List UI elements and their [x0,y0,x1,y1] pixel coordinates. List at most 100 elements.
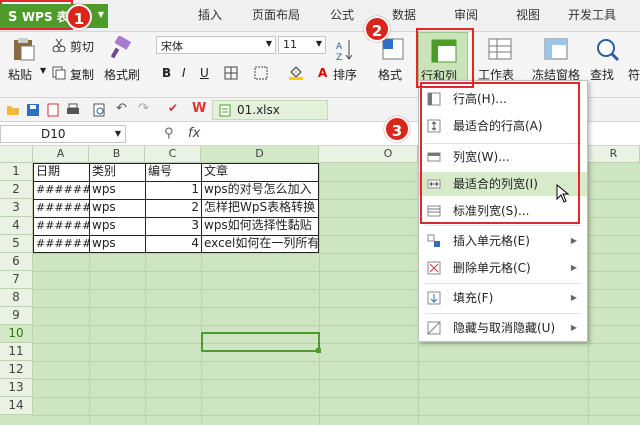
svg-text:Z: Z [336,53,342,62]
table-header-cell[interactable]: 文章 [202,163,319,181]
table-cell[interactable]: ###### [34,181,89,199]
table-cell[interactable]: 2 [146,199,201,217]
column-header-d[interactable]: D [201,146,319,163]
row-header[interactable]: 11 [0,343,33,361]
column-header-a[interactable]: A [33,146,89,163]
table-header-cell[interactable]: 日期 [34,163,89,181]
font-name-select[interactable]: 宋体 ▼ [156,36,276,54]
table-cell[interactable]: 怎样把WpS表格转换 [202,199,319,217]
table-cell[interactable]: wps [90,235,145,253]
wps-docer-icon[interactable]: W [192,101,206,116]
paste-icon[interactable] [12,36,36,62]
highlight-row-column-button [416,28,474,88]
find-button[interactable]: 查找 [590,66,614,83]
table-cell[interactable]: ###### [34,217,89,235]
chevron-down-icon: ▼ [97,10,104,19]
border-icon[interactable] [224,66,238,80]
row-header[interactable]: 14 [0,397,33,415]
row-header[interactable]: 2 [0,181,33,199]
open-folder-icon[interactable] [6,103,20,116]
menu-item-fill[interactable]: 填充(F) ▶ [419,286,587,310]
table-header-cell[interactable]: 编号 [146,163,201,181]
row-header[interactable]: 1 [0,163,33,181]
tab-insert[interactable]: 插入 [198,6,222,23]
table-cell[interactable]: wps [90,217,145,235]
tab-developer[interactable]: 开发工具 [568,6,616,23]
column-header-b[interactable]: B [89,146,145,163]
select-all-corner[interactable] [0,146,33,163]
save-icon[interactable] [26,103,40,117]
print-preview-icon[interactable] [92,103,106,117]
tab-data[interactable]: 数据 [392,6,416,23]
underline-button[interactable]: U [200,66,209,80]
table-cell[interactable]: wps如何选择性黏贴 [202,217,319,235]
menu-item-hide-unhide[interactable]: 隐藏与取消隐藏(U) ▶ [419,316,587,340]
redo-icon[interactable]: ↷ [138,101,149,116]
chevron-down-icon: ▼ [114,129,121,138]
font-size-select[interactable]: 11 ▼ [278,36,326,54]
tab-review[interactable]: 审阅 [454,6,478,23]
row-header[interactable]: 13 [0,379,33,397]
menu-item-insert-cell[interactable]: 插入单元格(E) ▶ [419,229,587,253]
symbol-button[interactable]: 符 [628,66,640,83]
cut-button[interactable]: 剪切 [70,38,94,55]
column-header-r[interactable]: R [588,146,640,163]
format-button[interactable]: 格式 [378,66,402,83]
table-cell[interactable]: 4 [146,235,201,253]
table-cell[interactable]: 1 [146,181,201,199]
active-cell-selection[interactable] [201,332,320,352]
chevron-down-icon[interactable]: ▼ [40,66,46,75]
undo-icon[interactable]: ↶ [116,101,127,116]
table-cell[interactable]: ###### [34,199,89,217]
table-cell[interactable]: excel如何在一列所有 [202,235,319,253]
delete-cell-icon [427,261,441,275]
format-icon[interactable] [382,38,404,60]
italic-button[interactable]: I [182,66,186,80]
font-name-value: 宋体 [161,40,183,53]
name-box[interactable]: D10 ▼ [0,125,126,143]
sort-icon[interactable]: AZ [336,38,354,62]
format-painter-button[interactable]: 格式刷 [104,66,140,83]
fill-handle[interactable] [316,348,321,353]
tab-view[interactable]: 视图 [516,6,540,23]
sort-button[interactable]: 排序 [333,66,357,83]
search-function-icon[interactable]: ⚲ [164,126,174,141]
merge-cells-icon[interactable] [254,66,268,80]
row-header[interactable]: 6 [0,253,33,271]
row-header[interactable]: 5 [0,235,33,253]
chevron-right-icon: ▶ [570,293,577,302]
freeze-panes-icon[interactable] [544,38,568,60]
table-cell[interactable]: wps [90,199,145,217]
tab-formulas[interactable]: 公式 [330,6,354,23]
table-cell[interactable]: 3 [146,217,201,235]
table-header-cell[interactable]: 类别 [90,163,145,181]
row-header[interactable]: 12 [0,361,33,379]
row-header[interactable]: 10 [0,325,33,343]
worksheet-icon[interactable] [488,38,512,60]
fill-color-icon[interactable] [288,64,304,80]
bold-button[interactable]: B [162,66,171,80]
tab-page-layout[interactable]: 页面布局 [252,6,300,23]
copy-button[interactable]: 复制 [70,66,94,83]
format-painter-icon[interactable] [110,36,132,60]
check-icon[interactable]: ✔ [168,101,178,115]
row-header[interactable]: 3 [0,199,33,217]
print-icon[interactable] [66,103,80,117]
menu-item-delete-cell[interactable]: 删除单元格(C) ▶ [419,256,587,280]
svg-text:A: A [336,42,343,52]
export-pdf-icon[interactable] [46,103,60,117]
row-header[interactable]: 9 [0,307,33,325]
table-cell[interactable]: wps [90,181,145,199]
row-header[interactable]: 8 [0,289,33,307]
paste-button[interactable]: 粘贴 [8,66,32,83]
file-tab[interactable]: 01.xlsx [212,100,328,120]
row-header[interactable]: 7 [0,271,33,289]
column-header-o[interactable]: O [358,146,418,163]
row-header[interactable]: 4 [0,217,33,235]
insert-function-button[interactable]: fx [188,126,200,141]
font-color-button[interactable]: A [318,66,327,80]
column-header-c[interactable]: C [145,146,201,163]
table-cell[interactable]: ###### [34,235,89,253]
table-cell[interactable]: wps的对号怎么加入 [202,181,319,199]
find-icon[interactable] [596,38,620,62]
